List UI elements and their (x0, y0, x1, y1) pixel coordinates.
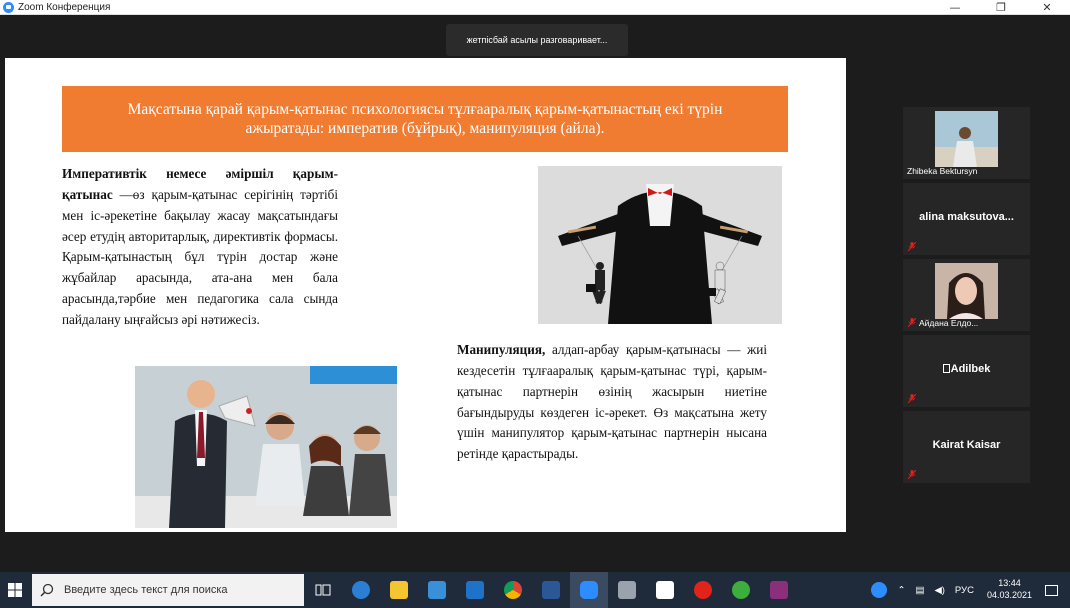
window-titlebar: Zoom Конференция — ❐ ✕ (0, 0, 1070, 15)
mail-taskbar-button[interactable] (456, 572, 494, 608)
zoom-app-icon (3, 1, 14, 13)
help-icon[interactable] (871, 582, 888, 598)
volume-icon[interactable]: ◀) (934, 585, 944, 596)
task-view-button[interactable] (304, 572, 342, 608)
edge-taskbar-button[interactable] (342, 572, 380, 608)
word-icon (542, 581, 560, 599)
boss-megaphone-image (135, 366, 397, 528)
winrar-taskbar-button[interactable] (760, 572, 798, 608)
participant-tile[interactable]: Adilbek (903, 335, 1030, 407)
store-taskbar-button[interactable] (418, 572, 456, 608)
download-icon (732, 581, 750, 599)
language-indicator[interactable]: РУС (955, 585, 974, 596)
edge-icon (352, 581, 370, 599)
close-button[interactable]: ✕ (1024, 0, 1070, 15)
download-taskbar-button[interactable] (722, 572, 760, 608)
manipulation-term: Манипуляция, (457, 342, 546, 357)
participant-name: Айдана Елдо... (919, 318, 979, 328)
taskbar-search[interactable]: Введите здесь текст для поиска (32, 574, 304, 606)
participant-name: Zhibeka Bektursyn (907, 166, 978, 176)
slide-text-manipulation: Манипуляция, алдап-арбау қарым-қатынасы … (457, 340, 767, 465)
window-title: Zoom Конференция (18, 1, 111, 13)
participant-name-text: Adilbek (950, 363, 991, 375)
clock-date: 04.03.2021 (986, 590, 1032, 600)
participant-tile[interactable]: Kairat Kaisar (903, 411, 1030, 483)
network-icon[interactable]: ▤ (915, 585, 924, 596)
chrome-taskbar-button[interactable] (494, 572, 532, 608)
chrome-icon (504, 581, 522, 599)
clock-time: 13:44 (998, 578, 1021, 589)
slide-text-imperative: Императивтік немесе әміршіл қарым-қатына… (62, 164, 338, 331)
clock[interactable]: 13:44 04.03.2021 (987, 578, 1032, 601)
participant-tile[interactable]: Айдана Елдо... (903, 259, 1030, 331)
chevron-up-icon[interactable]: ⌃ (897, 585, 905, 596)
meeting-area: жетпісбай асылы разговаривает... Мақсаты… (0, 16, 1070, 572)
participant-photo (935, 263, 998, 319)
manipulation-definition: алдап-арбау қарым-қатынасы — жиі кездесе… (457, 342, 767, 462)
participant-name: Kairat Kaisar (932, 439, 1001, 451)
restore-button[interactable]: ❐ (978, 0, 1024, 15)
store-icon (428, 581, 446, 599)
mic-muted-icon (908, 318, 916, 327)
document-icon (656, 581, 674, 599)
mic-muted-icon (908, 470, 916, 479)
minimize-button[interactable]: — (932, 0, 978, 15)
system-tray: ⌃ ▤ ◀) РУС 13:44 04.03.2021 (866, 572, 1070, 608)
word-taskbar-button[interactable] (532, 572, 570, 608)
notifications-icon[interactable] (1045, 584, 1058, 596)
participant-name: alina maksutova... (919, 211, 1014, 223)
participant-tile[interactable]: Zhibeka Bektursyn (903, 107, 1030, 179)
mic-muted-icon (908, 394, 916, 403)
active-speaker-banner: жетпісбай асылы разговаривает... (446, 24, 628, 56)
zoom-taskbar-button[interactable] (570, 572, 608, 608)
task-view-icon (315, 584, 331, 596)
yandex-icon (694, 581, 712, 599)
app-icon (618, 581, 636, 599)
participant-photo (935, 111, 998, 167)
yandex-taskbar-button[interactable] (684, 572, 722, 608)
participant-name: Adilbek (903, 363, 1030, 375)
search-icon (40, 583, 54, 597)
explorer-taskbar-button[interactable] (380, 572, 418, 608)
start-button[interactable] (0, 572, 30, 608)
zoom-icon (580, 581, 598, 599)
app-taskbar-button[interactable] (608, 572, 646, 608)
mic-muted-icon (908, 242, 916, 251)
folder-icon (390, 581, 408, 599)
mail-icon (466, 581, 484, 599)
missing-glyph-box (942, 364, 950, 373)
slide-header: Мақсатына қарай қарым-қатынас психология… (62, 86, 788, 152)
pdf-taskbar-button[interactable] (646, 572, 684, 608)
windows-logo-icon (8, 583, 22, 597)
shared-slide: Мақсатына қарай қарым-қатынас психология… (5, 58, 846, 532)
windows-taskbar: Введите здесь текст для поиска ⌃ ▤ ◀) РУ… (0, 572, 1070, 608)
puppet-master-image (538, 166, 782, 324)
archive-icon (770, 581, 788, 599)
imperative-definition: —өз қарым-қатынас серігінің тәртібі мен … (62, 186, 338, 328)
search-placeholder: Введите здесь текст для поиска (64, 584, 228, 596)
participant-tile[interactable]: alina maksutova... (903, 183, 1030, 255)
